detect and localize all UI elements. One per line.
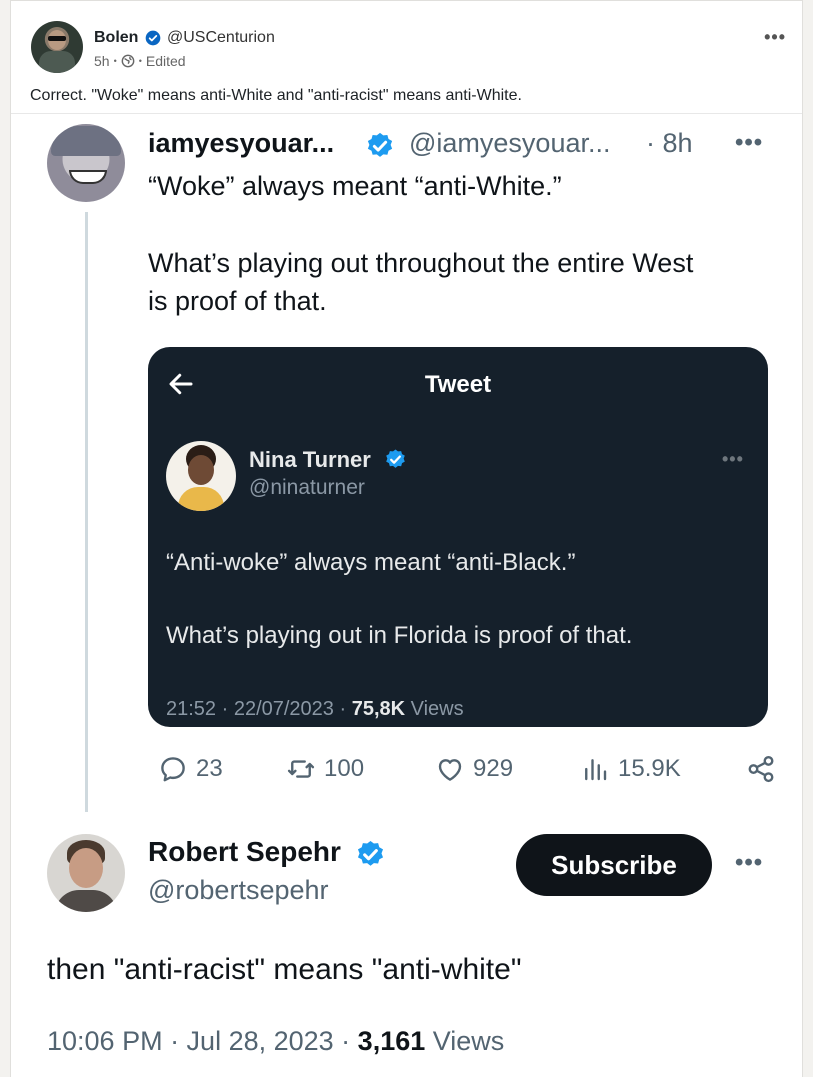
share-icon	[748, 755, 774, 783]
verified-icon	[386, 449, 405, 468]
quoted-author-handle: @ninaturner	[249, 476, 365, 499]
reply-footer: 10:06 PM · Jul 28, 2023 · 3,161 Views	[47, 1026, 504, 1057]
quoted-author-name: Nina Turner	[249, 447, 371, 472]
retweet-count: 100	[324, 755, 365, 782]
author-name[interactable]: Bolen	[94, 29, 138, 47]
quoted-more-icon: •••	[722, 449, 744, 469]
reply-more-icon: •••	[735, 849, 764, 876]
reply-count: 23	[196, 755, 223, 782]
tweet-text-line: “Woke” always meant “anti-White.”	[148, 171, 562, 201]
quoted-header: Tweet	[424, 371, 492, 398]
tweet-author-handle: @iamyesyouar...	[409, 128, 611, 158]
tweet-text-line: What’s playing out throughout the entire…	[148, 248, 694, 278]
post-time: 5h	[94, 53, 110, 69]
post-text: Correct. "Woke" means anti-White and "an…	[30, 87, 522, 104]
analytics-icon	[585, 759, 607, 781]
quoted-timestamp: 21:52 · 22/07/2023 ·	[166, 698, 352, 720]
heart-icon	[438, 759, 462, 781]
like-count: 929	[473, 755, 514, 782]
meta-separator: •	[113, 56, 117, 66]
reply-author-name: Robert Sepehr	[148, 836, 341, 867]
tweet-time: · 8h	[646, 128, 693, 158]
reply-avatar	[47, 834, 125, 912]
meta-separator: •	[138, 56, 142, 66]
share-action	[746, 754, 776, 784]
tweet-actions: 23 100 929 15.9K	[148, 754, 778, 794]
quoted-avatar	[166, 441, 236, 511]
quoted-views-count: 75,8K	[351, 698, 406, 720]
verified-icon	[367, 132, 393, 157]
tweet-text-line: is proof of that.	[148, 286, 327, 316]
subscribe-button: Subscribe	[516, 834, 712, 896]
reply-text: then "anti-racist" means "anti-white"	[47, 953, 522, 986]
quoted-text-line: “Anti-woke” always meant “anti-Black.”	[166, 549, 576, 576]
views-count: 15.9K	[618, 755, 681, 782]
verified-icon	[357, 840, 384, 866]
author-handle[interactable]: @USCenturion	[167, 29, 275, 47]
like-action: 929	[435, 754, 513, 784]
quoted-views-label: Views	[405, 698, 464, 720]
quoted-text-line: What’s playing out in Florida is proof o…	[166, 622, 633, 649]
post-more-button[interactable]: •••	[764, 27, 786, 48]
author-avatar[interactable]	[31, 21, 83, 73]
verified-icon	[145, 30, 161, 46]
post-meta: 5h • • Edited	[94, 53, 186, 69]
reply-action: 23	[158, 754, 223, 784]
embedded-image[interactable]: iamyesyouar... @iamyesyouar... · 8h ••• …	[13, 114, 802, 1077]
post-card: Bolen @USCenturion 5h • • Edited ••• Cor…	[10, 0, 803, 1077]
tweet-author-name: iamyesyouar...	[148, 128, 335, 158]
retweet-action: 100	[286, 754, 364, 784]
reply-views-count: 3,161	[357, 1026, 426, 1056]
retweet-icon	[287, 760, 315, 778]
tweet-avatar	[47, 124, 125, 202]
reply-author-handle: @robertsepehr	[148, 875, 329, 905]
edited-label: Edited	[145, 53, 186, 69]
globe-icon	[121, 54, 135, 68]
reply-views-label: Views	[425, 1026, 505, 1056]
tweet-more-icon: •••	[735, 129, 764, 156]
views-action: 15.9K	[580, 754, 681, 784]
reply-timestamp: 10:06 PM · Jul 28, 2023 ·	[47, 1026, 358, 1056]
reply-icon	[161, 757, 185, 782]
thread-line	[85, 212, 88, 812]
quoted-tweet-screenshot: Tweet Nina Turner @ninaturner ••• “Anti-…	[148, 347, 768, 727]
quoted-footer: 21:52 · 22/07/2023 · 75,8K Views	[166, 698, 464, 721]
